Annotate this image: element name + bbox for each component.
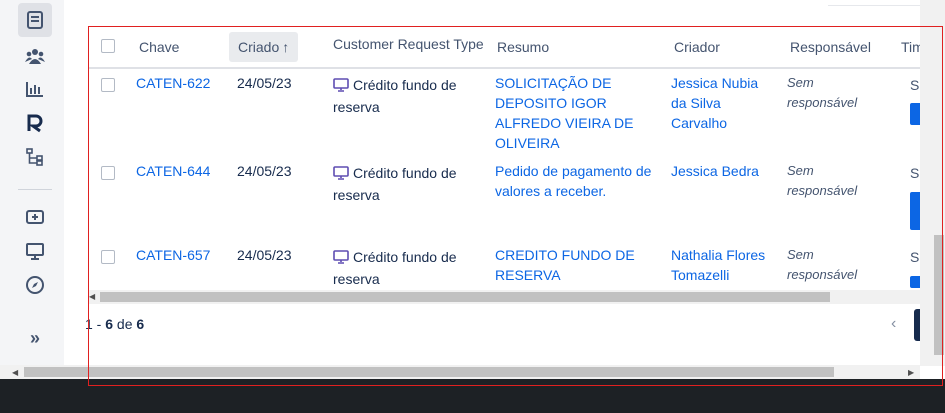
pagination-total: 6: [136, 316, 145, 332]
column-header-assignee[interactable]: Responsável: [790, 28, 871, 66]
created-date: 24/05/23: [237, 163, 292, 179]
expand-chevrons-icon[interactable]: »: [20, 323, 50, 353]
page-horizontal-scrollbar[interactable]: ◀ ▶: [0, 365, 920, 379]
request-type-text: Crédito fundo de reserva: [333, 165, 457, 203]
request-type-cell: Crédito fundo de reserva: [333, 162, 473, 206]
pagination-of: de: [113, 316, 137, 332]
compass-icon[interactable]: [20, 270, 50, 300]
column-header-time[interactable]: Tim: [901, 28, 920, 66]
page-scroll-left-arrow-icon[interactable]: ◀: [12, 368, 18, 377]
request-type-monitor-icon: [333, 166, 349, 180]
truncated-action-button[interactable]: [910, 192, 920, 230]
truncated-cell-text: S: [910, 165, 920, 181]
monitor-icon[interactable]: [20, 236, 50, 266]
request-type-text: Crédito fundo de reserva: [333, 249, 457, 287]
truncated-action-button[interactable]: [910, 103, 920, 125]
select-all-checkbox[interactable]: [101, 39, 115, 53]
issue-key-link[interactable]: CATEN-657: [136, 245, 210, 265]
truncated-cell-text: S: [910, 77, 920, 93]
column-header-key[interactable]: Chave: [139, 28, 179, 66]
row-checkbox[interactable]: [101, 78, 115, 92]
summary-link[interactable]: Pedido de pagamento de valores a receber…: [495, 161, 660, 201]
customers-icon[interactable]: [20, 41, 50, 71]
table-horizontal-scrollbar[interactable]: ◀: [88, 290, 920, 304]
workflow-tree-icon[interactable]: [20, 142, 50, 172]
request-type-cell: Crédito fundo de reserva: [333, 246, 473, 288]
column-header-created-label: Criado: [238, 39, 280, 55]
reports-icon[interactable]: [20, 74, 50, 104]
summary-link[interactable]: CREDITO FUNDO DE RESERVA: [495, 245, 635, 287]
previous-page-icon[interactable]: ‹: [891, 315, 896, 333]
header-divider: [88, 67, 920, 69]
issue-key-link[interactable]: CATEN-622: [136, 73, 210, 93]
row-checkbox[interactable]: [101, 166, 115, 180]
page-vertical-scrollbar[interactable]: [920, 0, 945, 366]
left-sidebar: »: [0, 0, 65, 366]
assignee-text: Sem responsável: [787, 163, 858, 198]
taskbar-strip: [0, 379, 945, 413]
add-item-icon[interactable]: [20, 202, 50, 232]
pagination-end: 6: [105, 316, 114, 332]
creator-link[interactable]: Jessica Bedra: [671, 161, 771, 181]
pagination-start: 1: [85, 316, 93, 332]
sidebar-divider: [18, 189, 52, 190]
vertical-scrollbar-thumb[interactable]: [934, 235, 944, 355]
request-type-text: Crédito fundo de reserva: [333, 77, 457, 115]
assignee-text: Sem responsável: [787, 247, 858, 282]
scroll-left-arrow-icon[interactable]: ◀: [89, 292, 95, 301]
column-header-created[interactable]: Criado ↑: [229, 28, 299, 66]
row-checkbox[interactable]: [101, 250, 115, 264]
request-type-cell: Crédito fundo de reserva: [333, 74, 473, 118]
request-type-monitor-icon: [333, 250, 349, 264]
truncated-action-button[interactable]: [910, 276, 920, 288]
request-type-monitor-icon: [333, 78, 349, 92]
page-scrollbar-thumb[interactable]: [24, 367, 834, 377]
creator-link[interactable]: Jessica Nubia da Silva Carvalho: [671, 73, 771, 133]
scrollbar-thumb[interactable]: [100, 292, 830, 302]
assignee-text: Sem responsável: [787, 75, 858, 110]
sorted-header[interactable]: Criado ↑: [229, 32, 299, 62]
summary-link[interactable]: SOLICITAÇÃO DE DEPOSITO IGOR ALFREDO VIE…: [495, 73, 655, 153]
column-header-summary[interactable]: Resumo: [497, 28, 549, 66]
column-header-creator[interactable]: Criador: [674, 28, 720, 66]
issue-key-link[interactable]: CATEN-644: [136, 161, 210, 181]
pagination-info: 1 - 6 de 6: [85, 316, 144, 332]
pagination-sep: -: [92, 316, 106, 332]
creator-link[interactable]: Nathalia Flores Tomazelli: [671, 245, 771, 287]
r-logo-icon[interactable]: [20, 108, 50, 138]
column-header-request-type[interactable]: Customer Request Type: [333, 25, 484, 63]
page-scroll-right-arrow-icon[interactable]: ▶: [908, 368, 914, 377]
sort-ascending-icon: ↑: [282, 39, 290, 55]
created-date: 24/05/23: [237, 75, 292, 91]
truncated-cell-text: S: [910, 249, 920, 265]
created-date: 24/05/23: [237, 247, 292, 263]
queue-list-icon[interactable]: [18, 3, 52, 37]
